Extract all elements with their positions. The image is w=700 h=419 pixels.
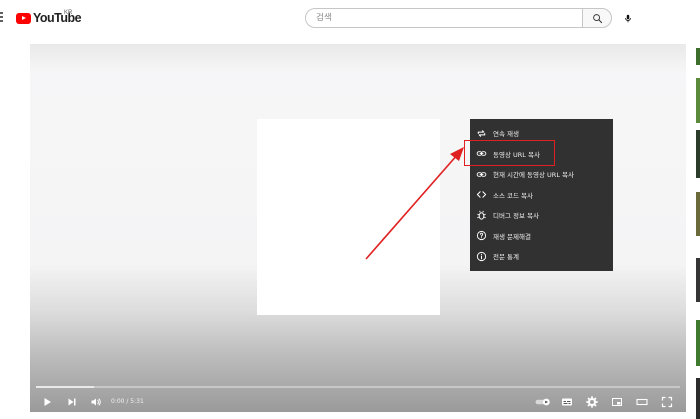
fullscreen-button[interactable] bbox=[660, 395, 674, 409]
logo-text: YouTube bbox=[33, 11, 82, 25]
menu-item-label: 재생 문제해결 bbox=[493, 232, 531, 241]
play-icon bbox=[44, 398, 51, 406]
menu-item-label: 현재 시간에 동영상 URL 복사 bbox=[493, 171, 574, 180]
masthead: YouTube KR bbox=[0, 0, 700, 36]
mute-button[interactable] bbox=[89, 395, 103, 409]
theater-mode-button[interactable] bbox=[635, 395, 649, 409]
menu-item-copy-debug-info[interactable]: 디버그 정보 복사 bbox=[470, 205, 613, 226]
menu-item-label: 전문 통계 bbox=[493, 253, 519, 262]
recommendation-thumbnail[interactable] bbox=[696, 78, 700, 123]
annotation-highlight-box bbox=[464, 140, 555, 166]
video-frame[interactable] bbox=[257, 119, 440, 315]
menu-item-copy-url-at-time[interactable]: 현재 시간에 동영상 URL 복사 bbox=[470, 164, 613, 185]
menu-item-troubleshoot[interactable]: 재생 문제해결 bbox=[470, 226, 613, 247]
menu-item-label: 디버그 정보 복사 bbox=[493, 212, 539, 221]
progress-loaded bbox=[36, 386, 94, 388]
info-icon bbox=[476, 251, 487, 261]
search-input[interactable] bbox=[305, 8, 582, 28]
player-controls: 0:00 / 5:31 bbox=[30, 392, 686, 412]
gear-icon bbox=[586, 396, 598, 408]
fullscreen-icon bbox=[661, 396, 673, 408]
code-icon bbox=[476, 191, 487, 199]
recommendation-thumbnail[interactable] bbox=[696, 378, 700, 419]
progress-bar[interactable] bbox=[36, 386, 680, 388]
menu-item-stats-for-nerds[interactable]: 전문 통계 bbox=[470, 246, 613, 267]
search-icon bbox=[592, 13, 602, 23]
theater-mode-icon bbox=[636, 398, 648, 406]
search-button[interactable] bbox=[582, 8, 612, 28]
menu-item-label: 소스 코드 복사 bbox=[493, 191, 534, 200]
bug-icon bbox=[477, 210, 486, 220]
autoplay-toggle[interactable] bbox=[534, 395, 552, 409]
subtitles-button[interactable] bbox=[560, 395, 574, 409]
menu-item-copy-embed-code[interactable]: 소스 코드 복사 bbox=[470, 185, 613, 206]
search-bar bbox=[305, 8, 612, 28]
time-display: 0:00 / 5:31 bbox=[111, 398, 144, 405]
youtube-play-logo-icon bbox=[16, 12, 31, 24]
miniplayer-icon bbox=[612, 398, 622, 406]
link-icon bbox=[476, 171, 487, 177]
recommendation-thumbnail[interactable] bbox=[696, 192, 700, 236]
subtitles-icon bbox=[562, 398, 572, 406]
recommendation-thumbnail[interactable] bbox=[696, 258, 700, 302]
recommendation-thumbnail[interactable] bbox=[696, 130, 700, 178]
miniplayer-button[interactable] bbox=[610, 395, 624, 409]
loop-icon bbox=[477, 129, 486, 137]
video-player[interactable]: 연속 재생 동영상 URL 복사 현재 시간에 동영상 URL 복사 소스 코드… bbox=[30, 44, 686, 412]
voice-search-button[interactable] bbox=[620, 10, 636, 26]
volume-icon bbox=[91, 398, 101, 406]
recommendation-thumbnail[interactable] bbox=[696, 320, 700, 366]
help-icon bbox=[476, 231, 487, 241]
region-code: KR bbox=[64, 10, 73, 16]
recommendation-thumbnail[interactable] bbox=[696, 48, 700, 65]
youtube-page: YouTube KR 연속 재생 동영상 URL 복사 bbox=[0, 0, 700, 419]
next-icon bbox=[68, 398, 76, 406]
play-button[interactable] bbox=[40, 395, 54, 409]
autoplay-toggle-icon bbox=[535, 398, 550, 406]
hamburger-menu-icon[interactable] bbox=[0, 12, 3, 22]
microphone-icon bbox=[625, 14, 631, 22]
next-button[interactable] bbox=[65, 395, 79, 409]
menu-item-label: 연속 재생 bbox=[493, 130, 519, 139]
settings-button[interactable] bbox=[585, 395, 599, 409]
